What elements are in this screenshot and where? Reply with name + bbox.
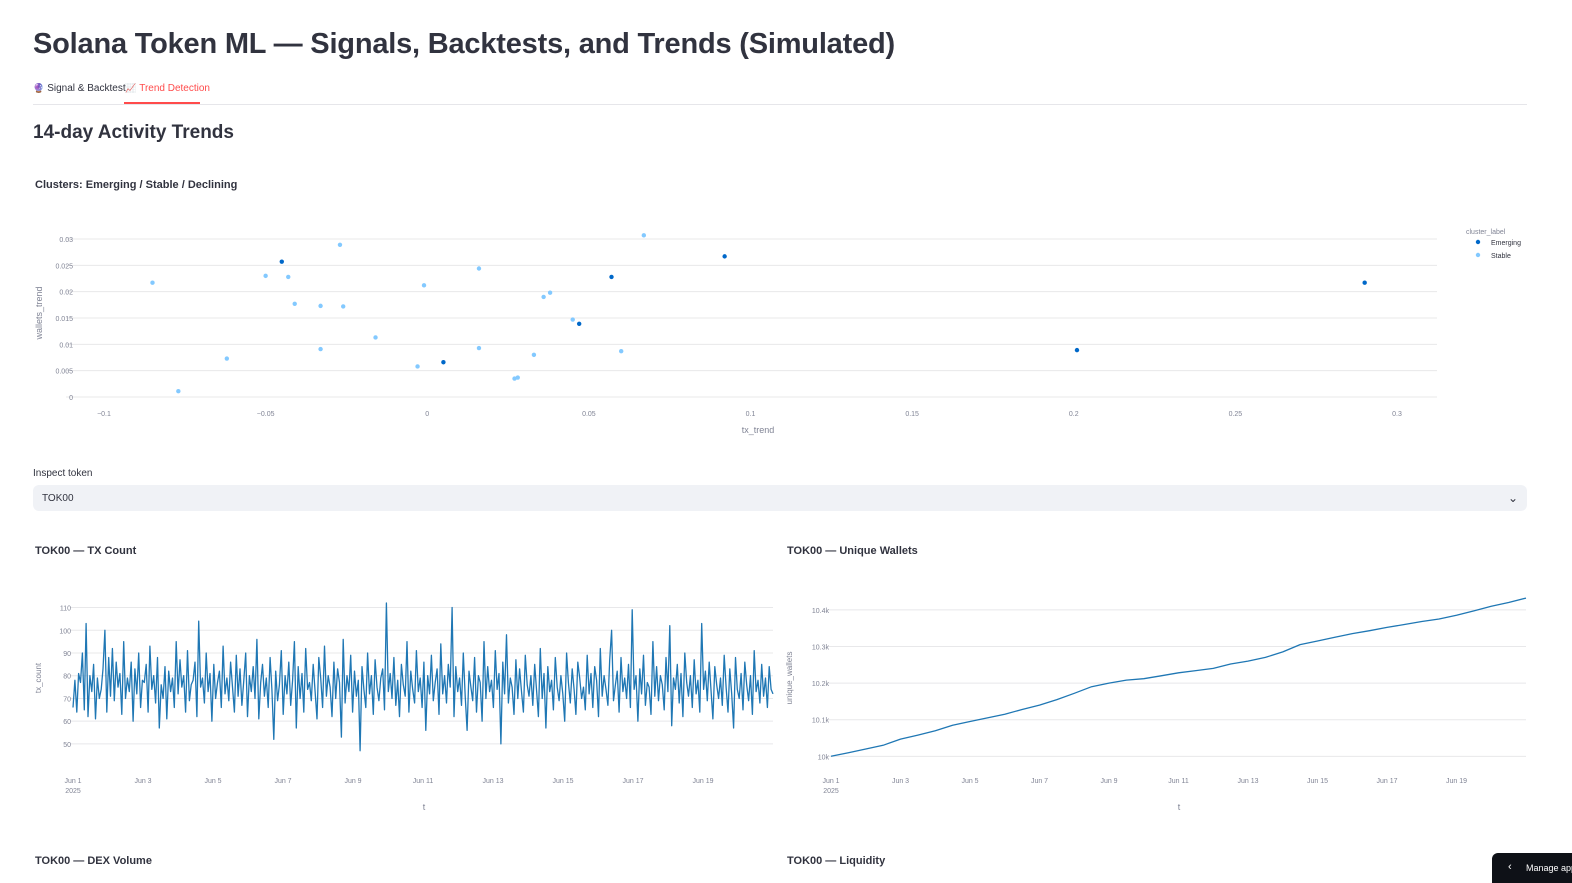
scatter-y-tick: 0.005 bbox=[55, 369, 73, 376]
scatter-point-emerging bbox=[441, 360, 446, 365]
scatter-y-tick: 0.03 bbox=[59, 237, 73, 244]
scatter-point-stable bbox=[641, 233, 647, 238]
scatter-x-axis-label: tx_trend bbox=[742, 425, 775, 435]
scatter-point-stable bbox=[176, 389, 181, 394]
scatter-point-stable bbox=[318, 346, 323, 352]
chevron-down-icon: ⌄ bbox=[1507, 491, 1518, 505]
scatter-y-tick: 0.025 bbox=[55, 263, 73, 270]
scatter-x-tick: −0.05 bbox=[257, 411, 275, 418]
scatter-point-emerging bbox=[609, 274, 614, 280]
dex-volume-chart-title: TOK00 — DEX Volume bbox=[35, 855, 152, 867]
scatter-point-stable bbox=[476, 345, 482, 351]
scatter-x-tick: −0.1 bbox=[97, 411, 111, 418]
inspect-token-select[interactable]: TOK00 ⌄ bbox=[33, 485, 1527, 511]
inspect-token-label: Inspect token bbox=[33, 468, 93, 479]
legend-marker-emerging bbox=[1475, 239, 1481, 245]
scatter-y-tick: 0.01 bbox=[59, 342, 73, 349]
legend-label-emerging: Emerging bbox=[1491, 240, 1521, 247]
scatter-x-tick: 0.25 bbox=[1229, 411, 1243, 418]
inspect-token-value: TOK00 bbox=[42, 493, 74, 504]
legend-label-stable: Stable bbox=[1491, 253, 1511, 260]
scatter-point-stable bbox=[337, 242, 343, 247]
scatter-point-stable bbox=[476, 266, 482, 271]
scatter-point-stable bbox=[318, 303, 323, 309]
scatter-point-stable bbox=[224, 356, 230, 361]
scatter-y-axis-label: wallets_trend bbox=[34, 286, 44, 340]
scatter-x-tick: 0 bbox=[425, 411, 429, 418]
scatter-point-stable bbox=[286, 274, 291, 280]
scatter-point-stable bbox=[341, 304, 346, 309]
scatter-point-stable bbox=[373, 335, 378, 340]
scatter-x-tick: 0.2 bbox=[1069, 411, 1079, 418]
scatter-y-tick: 0 bbox=[69, 395, 73, 402]
scatter-point-stable bbox=[619, 348, 624, 354]
scatter-point-stable bbox=[531, 352, 537, 358]
scatter-point-stable bbox=[415, 364, 420, 369]
scatter-point-stable bbox=[421, 283, 427, 288]
scatter-point-stable bbox=[515, 375, 520, 380]
unique-wallets-chart-title: TOK00 — Unique Wallets bbox=[787, 545, 918, 557]
scatter-point-stable bbox=[292, 301, 297, 306]
chevron-left-icon: ‹ bbox=[1508, 861, 1512, 873]
scatter-x-tick: 0.1 bbox=[746, 411, 756, 418]
scatter-point-stable bbox=[547, 290, 553, 295]
scatter-point-emerging bbox=[279, 259, 284, 264]
scatter-legend-title: cluster_label bbox=[1466, 229, 1506, 236]
scatter-x-tick: 0.3 bbox=[1392, 411, 1402, 418]
scatter-y-tick: 0.015 bbox=[55, 316, 73, 323]
cluster-scatter-chart[interactable]: 0 0.005 0.01 0.015 0.02 0.025 0.03 −0.1 −0.05 0 0.… bbox=[0, 0, 1572, 880]
liquidity-chart-title: TOK00 — Liquidity bbox=[787, 855, 886, 867]
scatter-point-emerging bbox=[722, 254, 727, 259]
legend-marker-stable bbox=[1475, 252, 1481, 258]
scatter-point-stable bbox=[263, 273, 268, 279]
scatter-point-stable bbox=[541, 294, 546, 300]
scatter-y-tick: 0.02 bbox=[59, 290, 73, 297]
scatter-point-stable bbox=[570, 317, 575, 322]
tx-count-chart-title: TOK00 — TX Count bbox=[35, 545, 137, 557]
scatter-x-tick: 0.05 bbox=[582, 411, 596, 418]
scatter-x-tick: 0.15 bbox=[905, 411, 919, 418]
scatter-point-emerging bbox=[1074, 347, 1080, 353]
scatter-point-stable bbox=[150, 280, 155, 285]
manage-app-button[interactable]: ‹ Manage app bbox=[1492, 853, 1572, 883]
manage-app-label: Manage app bbox=[1526, 863, 1572, 873]
scatter-point-emerging bbox=[576, 321, 582, 326]
scatter-point-emerging bbox=[1362, 280, 1367, 285]
